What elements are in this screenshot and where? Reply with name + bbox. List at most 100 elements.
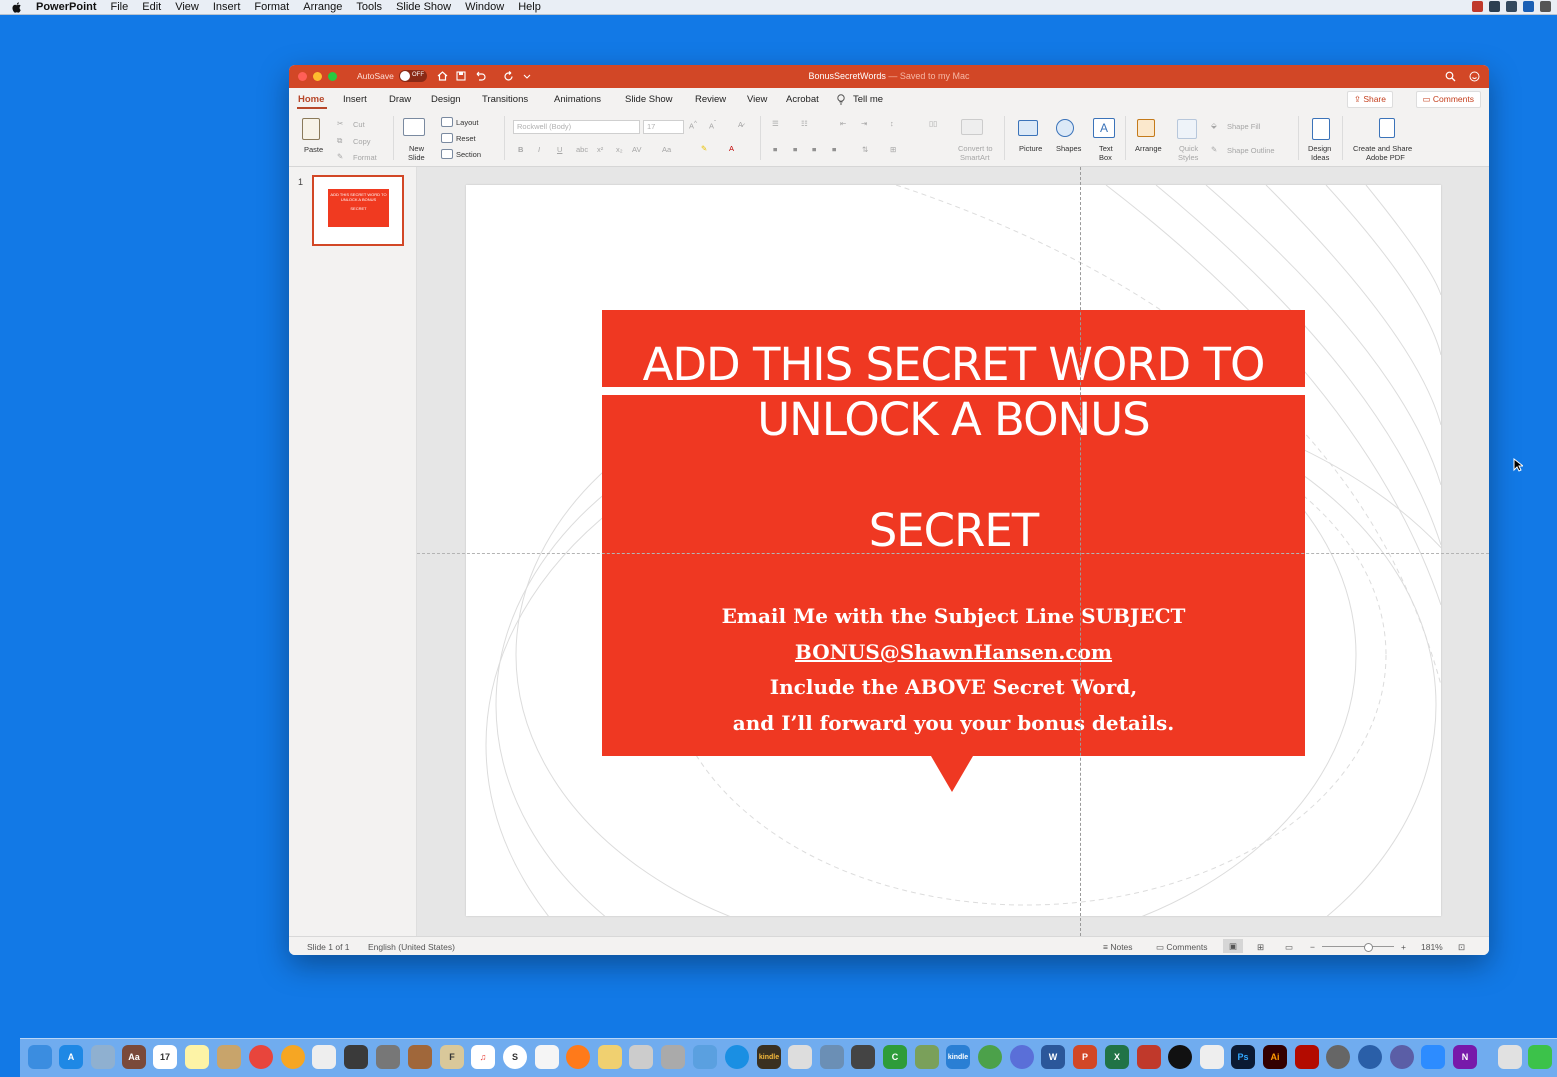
- tab-design[interactable]: Design: [431, 94, 461, 105]
- reset-button[interactable]: Reset: [456, 134, 476, 143]
- change-case-icon[interactable]: Aa: [662, 145, 671, 154]
- plant-app-icon[interactable]: [915, 1045, 939, 1069]
- columns-icon[interactable]: ▯▯: [929, 119, 937, 128]
- font-size-dropdown[interactable]: 17: [643, 120, 684, 134]
- font-color-icon[interactable]: A: [729, 144, 734, 153]
- ibooks-icon[interactable]: [217, 1045, 241, 1069]
- tray-sync-icon[interactable]: [1506, 1, 1517, 12]
- email-link[interactable]: BONUS@ShawnHansen.com: [602, 634, 1305, 670]
- format-painter-button[interactable]: Format: [353, 153, 377, 162]
- excel-icon[interactable]: X: [1105, 1045, 1129, 1069]
- menu-file[interactable]: File: [111, 1, 129, 13]
- settings-gear-icon[interactable]: [1010, 1045, 1034, 1069]
- app-store-icon[interactable]: A: [59, 1045, 83, 1069]
- copy-button[interactable]: Copy: [353, 137, 371, 146]
- dropbox-icon[interactable]: [1523, 1, 1534, 12]
- decrease-font-icon[interactable]: Aˇ: [709, 120, 716, 131]
- instruction-line-4[interactable]: and I’ll forward you your bonus details.: [602, 705, 1305, 741]
- align-center-icon[interactable]: ≡: [793, 145, 797, 154]
- numbering-icon[interactable]: ☷: [801, 119, 808, 128]
- menu-help[interactable]: Help: [518, 1, 541, 13]
- zoom-out-button[interactable]: −: [1310, 942, 1315, 952]
- tab-slide-show[interactable]: Slide Show: [625, 94, 673, 105]
- slide-sorter-icon[interactable]: ⊞: [1257, 942, 1264, 953]
- printer-icon[interactable]: [851, 1045, 875, 1069]
- notes-button[interactable]: ≡ Notes: [1103, 942, 1133, 952]
- instruction-line-3[interactable]: Include the ABOVE Secret Word,: [602, 669, 1305, 705]
- acrobat-icon[interactable]: [1295, 1045, 1319, 1069]
- tray-more-icon[interactable]: [1540, 1, 1551, 12]
- tab-transitions[interactable]: Transitions: [482, 94, 528, 105]
- menu-insert[interactable]: Insert: [213, 1, 241, 13]
- zoom-slider-thumb[interactable]: [1364, 943, 1373, 952]
- tab-draw[interactable]: Draw: [389, 94, 411, 105]
- slide-thumbnail[interactable]: ADD THIS SECRET WORD TO UNLOCK A BONUS S…: [312, 175, 404, 246]
- font-name-dropdown[interactable]: Rockwell (Body): [513, 120, 640, 134]
- headline-line-1[interactable]: ADD THIS SECRET WORD TO: [602, 337, 1305, 392]
- layout-button[interactable]: Layout: [456, 118, 479, 127]
- tell-me-search[interactable]: Tell me: [853, 94, 883, 105]
- notebook-icon[interactable]: [408, 1045, 432, 1069]
- align-left-icon[interactable]: ≡: [773, 145, 777, 154]
- share-button[interactable]: ⇪ Share: [1346, 91, 1393, 108]
- align-text-icon[interactable]: ⊞: [890, 145, 896, 154]
- decrease-indent-icon[interactable]: ⇤: [840, 119, 846, 128]
- section-button[interactable]: Section: [456, 150, 481, 159]
- quicktime-icon[interactable]: [1358, 1045, 1382, 1069]
- zoom-level[interactable]: 181%: [1421, 942, 1443, 952]
- language-indicator[interactable]: English (United States): [368, 942, 455, 952]
- character-spacing-icon[interactable]: AV: [632, 145, 641, 154]
- increase-font-icon[interactable]: A^: [689, 120, 697, 131]
- itunes-icon[interactable]: ♫: [471, 1045, 495, 1069]
- menu-tools[interactable]: Tools: [356, 1, 382, 13]
- zoom-in-button[interactable]: +: [1401, 942, 1406, 952]
- maps-icon[interactable]: [978, 1045, 1002, 1069]
- menu-view[interactable]: View: [175, 1, 199, 13]
- notes-app-icon[interactable]: [185, 1045, 209, 1069]
- launcher-icon[interactable]: [1390, 1045, 1414, 1069]
- reminders-icon[interactable]: [312, 1045, 336, 1069]
- font-book-icon[interactable]: F: [440, 1045, 464, 1069]
- align-right-icon[interactable]: ≡: [812, 145, 816, 154]
- justify-icon[interactable]: ≡: [832, 145, 836, 154]
- dictionary-icon[interactable]: Aa: [122, 1045, 146, 1069]
- increase-indent-icon[interactable]: ⇥: [861, 119, 867, 128]
- zoom-app-icon[interactable]: [1421, 1045, 1445, 1069]
- superscript-icon[interactable]: x²: [597, 145, 603, 154]
- clear-formatting-icon[interactable]: A̷: [738, 120, 743, 129]
- comments-status-button[interactable]: ▭ Comments: [1156, 942, 1208, 953]
- shape-outline-button[interactable]: Shape Outline: [1227, 146, 1275, 155]
- smiley-feedback-icon[interactable]: [1468, 70, 1480, 82]
- slide-editor-canvas[interactable]: ADD THIS SECRET WORD TO UNLOCK A BONUS S…: [417, 167, 1489, 936]
- scanner-icon[interactable]: [820, 1045, 844, 1069]
- screenshot-icon[interactable]: [376, 1045, 400, 1069]
- menu-app-name[interactable]: PowerPoint: [36, 1, 97, 13]
- menu-edit[interactable]: Edit: [142, 1, 161, 13]
- italic-icon[interactable]: I: [538, 145, 540, 154]
- strikethrough-icon[interactable]: abc: [576, 145, 588, 154]
- powerpoint-icon[interactable]: P: [1073, 1045, 1097, 1069]
- photos-icon[interactable]: [281, 1045, 305, 1069]
- fit-to-window-icon[interactable]: ⊡: [1458, 942, 1465, 953]
- illustrator-icon[interactable]: Ai: [1263, 1045, 1287, 1069]
- document-icon[interactable]: [788, 1045, 812, 1069]
- bullets-icon[interactable]: ☰: [772, 119, 779, 128]
- image-tool-icon[interactable]: [1200, 1045, 1224, 1069]
- line-spacing-icon[interactable]: ↕: [890, 119, 894, 128]
- photoshop-icon[interactable]: Ps: [1231, 1045, 1255, 1069]
- tab-acrobat[interactable]: Acrobat: [786, 94, 819, 105]
- menu-slide-show[interactable]: Slide Show: [396, 1, 451, 13]
- kindle-create-icon[interactable]: kindle: [946, 1045, 970, 1069]
- convert-smartart-label-1[interactable]: Convert to: [958, 144, 993, 153]
- instruction-line-1[interactable]: Email Me with the Subject Line SUBJECT: [602, 598, 1305, 634]
- email-address[interactable]: BONUS@ShawnHansen.com: [795, 640, 1112, 664]
- normal-view-icon[interactable]: ▣: [1223, 939, 1243, 953]
- menu-window[interactable]: Window: [465, 1, 504, 13]
- pdf-reader-icon[interactable]: [1137, 1045, 1161, 1069]
- tray-display-icon[interactable]: [1489, 1, 1500, 12]
- tab-insert[interactable]: Insert: [343, 94, 367, 105]
- silhouette-app-icon[interactable]: [344, 1045, 368, 1069]
- highlight-color-icon[interactable]: ✎: [701, 144, 707, 153]
- tab-animations[interactable]: Animations: [554, 94, 601, 105]
- convert-smartart-label-2[interactable]: SmartArt: [960, 153, 990, 162]
